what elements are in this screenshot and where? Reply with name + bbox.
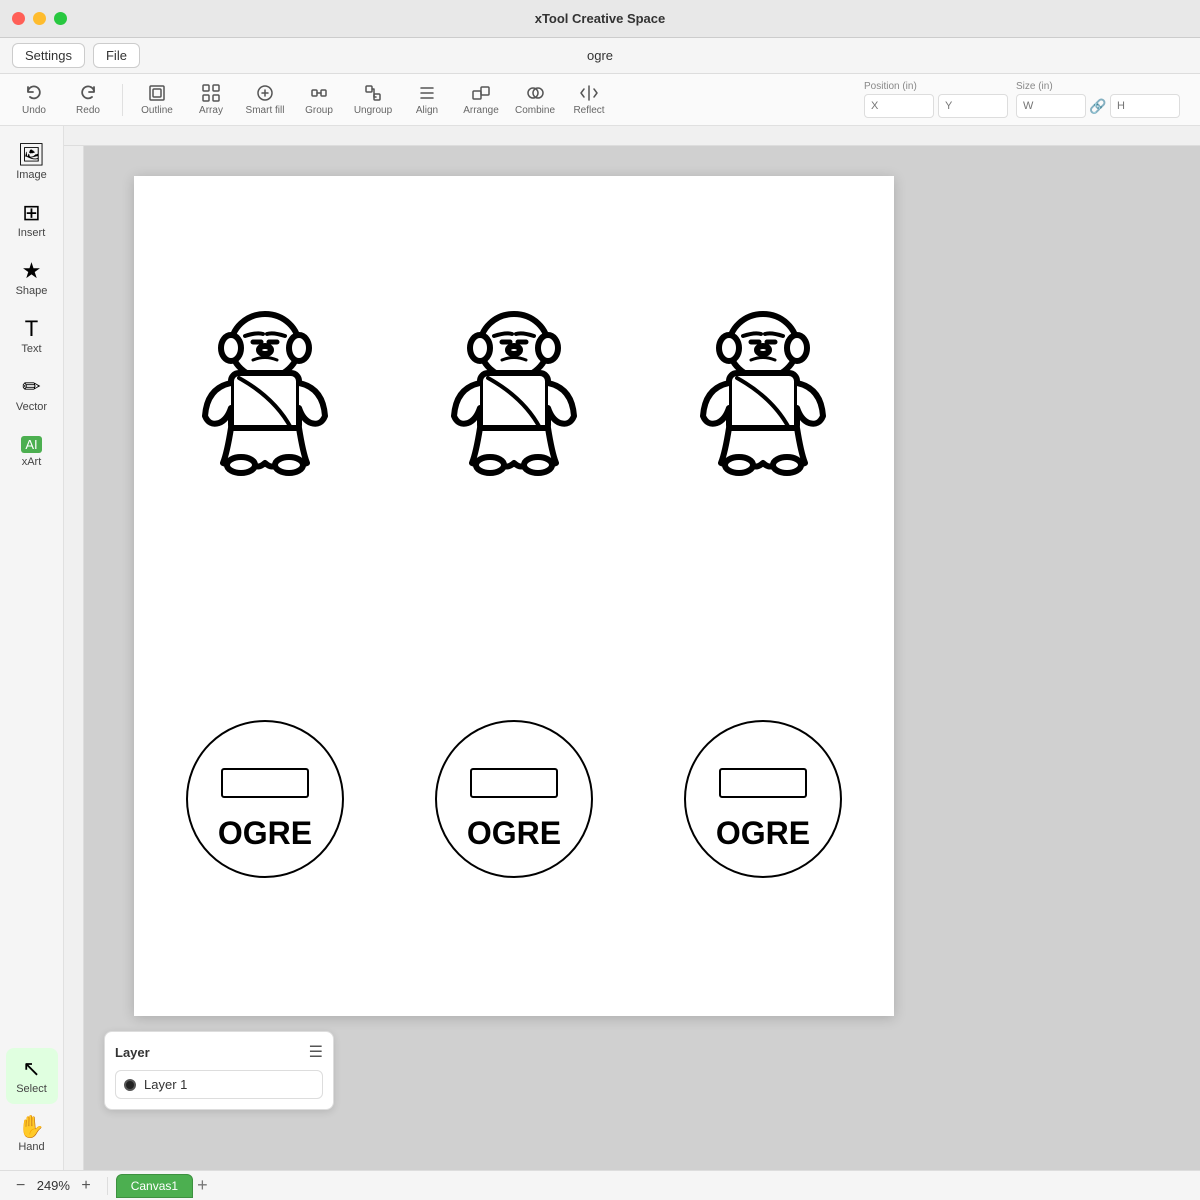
ogre-badge-cell-2: OGRE	[389, 596, 638, 1002]
sidebar-item-shape[interactable]: ★ Shape	[6, 250, 58, 306]
smart-fill-button[interactable]: Smart fill	[239, 78, 291, 122]
close-button[interactable]	[12, 12, 25, 25]
sidebar-item-select[interactable]: ↖ Select	[6, 1048, 58, 1104]
hand-icon: ✋	[18, 1116, 45, 1138]
vector-icon: ✏	[22, 376, 40, 398]
x-input[interactable]	[864, 94, 934, 118]
xart-label: xArt	[22, 456, 42, 468]
insert-label: Insert	[18, 227, 46, 239]
ogre-badge-1: OGRE	[180, 714, 350, 884]
zoom-out-button[interactable]: −	[12, 1177, 29, 1195]
insert-icon: ⊞	[22, 202, 40, 224]
svg-text:OGRE: OGRE	[716, 815, 810, 851]
sidebar-item-hand[interactable]: ✋ Hand	[6, 1106, 58, 1162]
layer-title: Layer	[115, 1045, 150, 1060]
svg-text:OGRE: OGRE	[218, 815, 312, 851]
arrange-button[interactable]: Arrange	[455, 78, 507, 122]
toolbar-tools: Outline Array Smart fill Group Ungroup A…	[131, 78, 615, 122]
toolbar-divider-1	[122, 84, 123, 116]
document-title: ogre	[587, 48, 613, 63]
add-canvas-button[interactable]: +	[197, 1175, 208, 1196]
ogre-cell-2	[389, 190, 638, 596]
position-label: Position (in)	[864, 81, 1008, 92]
image-icon: 🖼	[18, 144, 46, 166]
shape-icon: ★	[22, 260, 42, 282]
ruler-top	[64, 126, 1200, 146]
layer-item-1[interactable]: Layer 1	[115, 1070, 323, 1099]
toolbar-undo-redo: Undo Redo	[8, 78, 114, 122]
canvas-area[interactable]: OGRE OGRE OGRE	[64, 126, 1200, 1170]
ogre-cell-3	[639, 190, 888, 596]
layer-1-name: Layer 1	[144, 1077, 187, 1092]
svg-text:OGRE: OGRE	[467, 815, 561, 851]
align-button[interactable]: Align	[401, 78, 453, 122]
ogre-cell-1	[140, 190, 389, 596]
reflect-button[interactable]: Reflect	[563, 78, 615, 122]
xart-icon: AI	[21, 436, 41, 453]
layer-dot	[124, 1079, 136, 1091]
ruler-left	[64, 146, 84, 1170]
layer-menu-icon[interactable]: ☰	[309, 1042, 323, 1062]
main-layout: 🖼 Image ⊞ Insert ★ Shape T Text ✏ Vector…	[0, 126, 1200, 1170]
size-label: Size (in)	[1016, 81, 1180, 92]
shape-label: Shape	[16, 285, 48, 297]
sidebar-item-vector[interactable]: ✏ Vector	[6, 366, 58, 422]
sidebar-item-image[interactable]: 🖼 Image	[6, 134, 58, 190]
bottom-bar: − 249% + Canvas1 +	[0, 1170, 1200, 1200]
ogre-badge-cell-1: OGRE	[140, 596, 389, 1002]
vector-label: Vector	[16, 401, 47, 413]
y-input[interactable]	[938, 94, 1008, 118]
lock-icon[interactable]: 🔗	[1090, 94, 1106, 118]
ogre-figure-2	[434, 308, 594, 478]
layer-panel: Layer ☰ Layer 1	[104, 1031, 334, 1110]
h-input[interactable]	[1110, 94, 1180, 118]
image-label: Image	[16, 169, 47, 181]
w-input[interactable]	[1016, 94, 1086, 118]
zoom-section: − 249% +	[0, 1177, 108, 1195]
toolbar: Undo Redo Outline Array Smart fill Group…	[0, 74, 1200, 126]
hand-label: Hand	[18, 1141, 44, 1153]
ogre-figure-3	[683, 308, 843, 478]
canvas-tab-1[interactable]: Canvas1	[116, 1174, 193, 1198]
ogre-badge-2: OGRE	[429, 714, 599, 884]
left-sidebar: 🖼 Image ⊞ Insert ★ Shape T Text ✏ Vector…	[0, 126, 64, 1170]
size-group: Size (in) 🔗	[1016, 81, 1180, 118]
ungroup-button[interactable]: Ungroup	[347, 78, 399, 122]
outline-button[interactable]: Outline	[131, 78, 183, 122]
text-icon: T	[25, 318, 38, 340]
select-icon: ↖	[22, 1058, 40, 1080]
ogre-badge-cell-3: OGRE	[639, 596, 888, 1002]
position-size-area: Position (in) Size (in) 🔗	[864, 81, 1192, 118]
zoom-in-button[interactable]: +	[77, 1177, 94, 1195]
select-label: Select	[16, 1083, 47, 1095]
canvas-content: OGRE OGRE OGRE	[84, 146, 1200, 1170]
group-button[interactable]: Group	[293, 78, 345, 122]
array-button[interactable]: Array	[185, 78, 237, 122]
titlebar: xTool Creative Space	[0, 0, 1200, 38]
maximize-button[interactable]	[54, 12, 67, 25]
minimize-button[interactable]	[33, 12, 46, 25]
settings-button[interactable]: Settings	[12, 43, 85, 68]
menubar: Settings File ogre	[0, 38, 1200, 74]
position-group: Position (in)	[864, 81, 1008, 118]
file-button[interactable]: File	[93, 43, 140, 68]
canvas-tabs-section: Canvas1 +	[108, 1174, 216, 1198]
sidebar-item-text[interactable]: T Text	[6, 308, 58, 364]
window-controls	[12, 12, 67, 25]
redo-button[interactable]: Redo	[62, 78, 114, 122]
combine-button[interactable]: Combine	[509, 78, 561, 122]
sidebar-item-insert[interactable]: ⊞ Insert	[6, 192, 58, 248]
zoom-value: 249%	[33, 1178, 73, 1193]
app-title: xTool Creative Space	[535, 11, 666, 26]
text-label: Text	[21, 343, 41, 355]
undo-button[interactable]: Undo	[8, 78, 60, 122]
sidebar-item-xart[interactable]: AI xArt	[6, 424, 58, 480]
ogre-figure-1	[185, 308, 345, 478]
ogre-badge-3: OGRE	[678, 714, 848, 884]
canvas-page: OGRE OGRE OGRE	[134, 176, 894, 1016]
layer-header: Layer ☰	[115, 1042, 323, 1062]
